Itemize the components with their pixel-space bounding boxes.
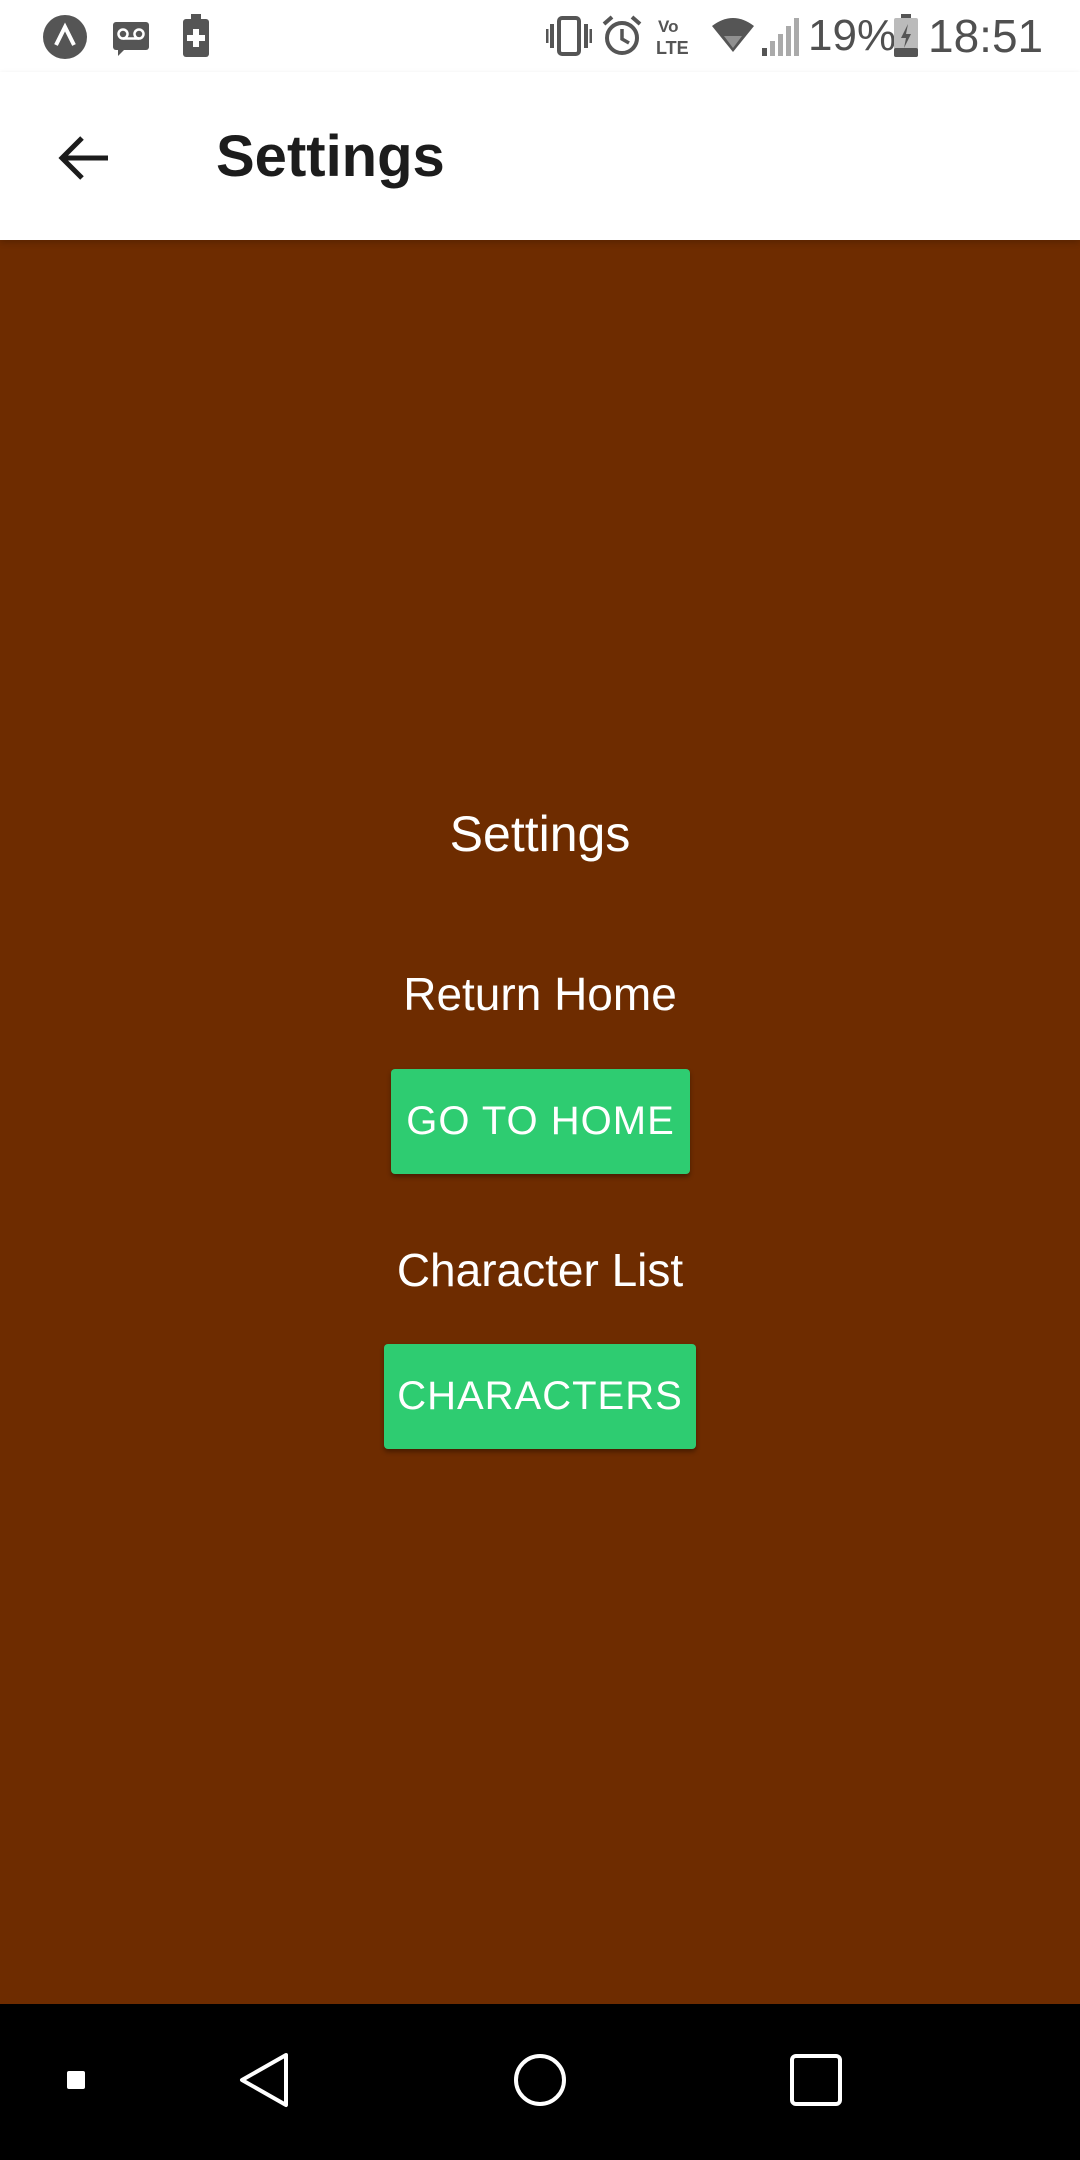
nav-recents-button[interactable] [766, 2032, 866, 2132]
nav-home-button[interactable] [490, 2032, 590, 2132]
app-icon [42, 14, 88, 59]
arrow-back-icon [56, 134, 112, 187]
app-bar-title: Settings [216, 124, 445, 189]
home-circle-icon [512, 2052, 568, 2113]
app-bar: Settings [0, 72, 1080, 240]
settings-content: Settings Return Home GO TO HOME Characte… [0, 240, 1080, 2004]
voicemail-icon [112, 14, 150, 58]
back-triangle-icon [236, 2050, 292, 2115]
nav-back-button[interactable] [214, 2032, 314, 2132]
go-to-home-button[interactable]: GO TO HOME [391, 1069, 690, 1174]
system-nav-bar [0, 2004, 1080, 2160]
battery-percent: 19% [808, 11, 897, 60]
volte-icon: Vo LTE [654, 14, 698, 58]
status-bar: Vo LTE 19% 18:51 [0, 0, 1080, 72]
alarm-icon [602, 14, 642, 58]
wifi-icon [710, 14, 756, 58]
menu-dot-icon [66, 2070, 86, 2095]
signal-icon [760, 14, 800, 58]
page-heading: Settings [449, 806, 631, 862]
character-list-label: Character List [396, 1244, 684, 1296]
clock-time: 18:51 [928, 10, 1044, 62]
menu-dot-button[interactable] [26, 2032, 126, 2132]
svg-text:LTE: LTE [656, 38, 689, 58]
back-button[interactable] [36, 112, 132, 208]
return-home-label: Return Home [403, 968, 677, 1020]
recents-square-icon [788, 2052, 844, 2113]
characters-button[interactable]: CHARACTERS [384, 1344, 696, 1449]
vibrate-icon [546, 14, 592, 58]
svg-text:Vo: Vo [658, 17, 678, 36]
battery-icon [892, 14, 920, 58]
battery-saver-icon [182, 14, 210, 58]
